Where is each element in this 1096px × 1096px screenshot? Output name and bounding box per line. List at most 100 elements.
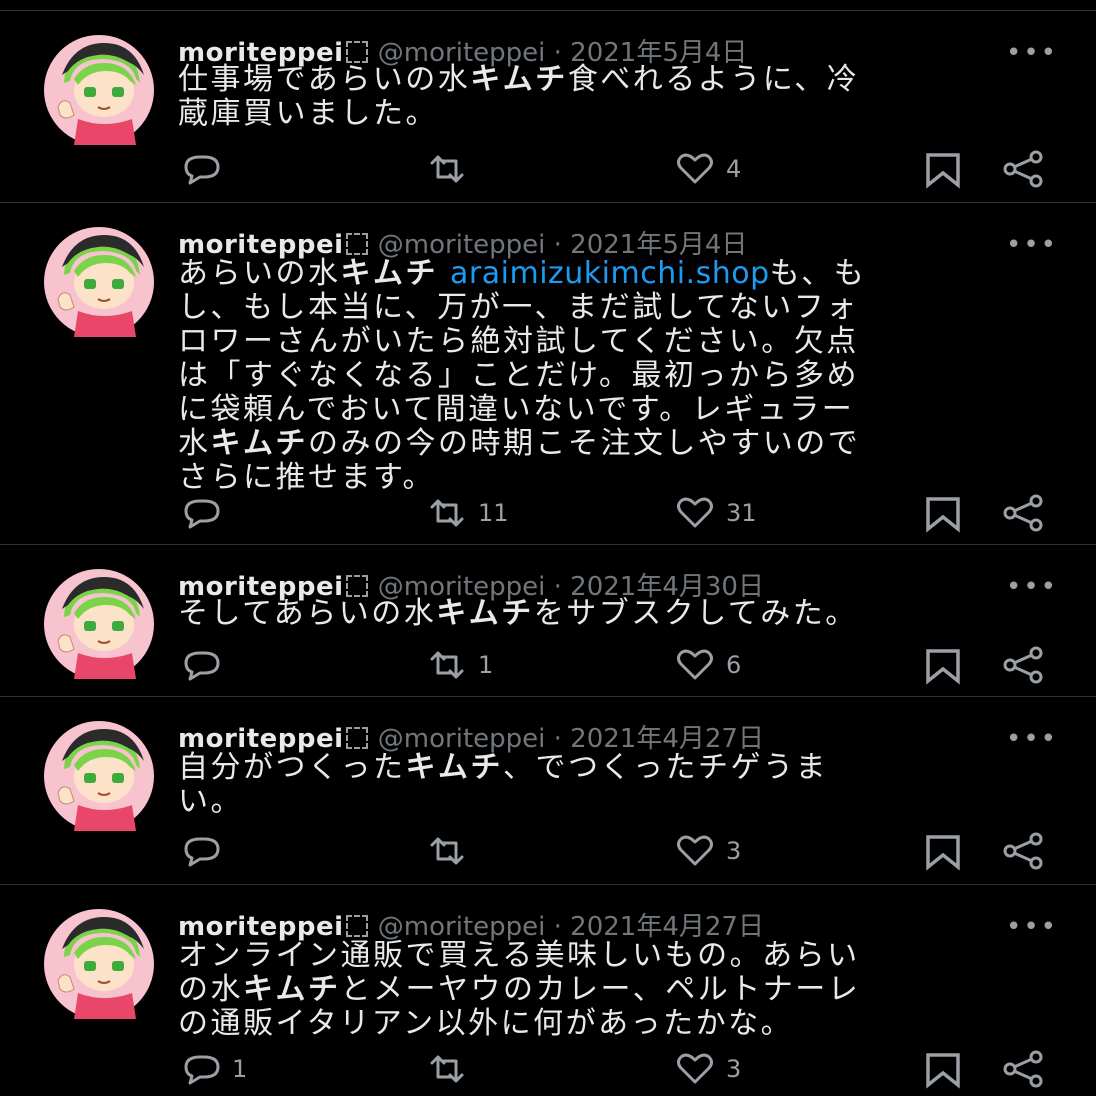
badge-icon bbox=[345, 915, 368, 937]
like-count: 3 bbox=[726, 1055, 742, 1083]
highlighted-keyword: キムチ bbox=[210, 426, 308, 461]
share-nodes-icon bbox=[1003, 1050, 1043, 1088]
badge-icon bbox=[345, 233, 368, 255]
bookmark-icon bbox=[926, 497, 960, 533]
tweet-text-segment: そしてあらいの水 bbox=[178, 596, 437, 631]
share-nodes-icon bbox=[1003, 150, 1043, 188]
badge-icon bbox=[345, 41, 368, 63]
tweet-text: あらいの水キムチ araimizukimchi.shopも、も し、もし本当に、… bbox=[178, 257, 1028, 495]
retweet-arrows-icon bbox=[430, 155, 464, 183]
tweet[interactable]: moriteppei @moriteppei · 2021年4月27日 ••• … bbox=[0, 884, 1096, 1096]
reply-count: 1 bbox=[232, 1055, 248, 1083]
reply-button[interactable] bbox=[178, 493, 232, 533]
action-bar: 4 bbox=[178, 149, 1048, 189]
tweet-text-segment: あらいの水 bbox=[178, 256, 341, 291]
avatar[interactable] bbox=[44, 909, 154, 1019]
action-bar: 1 6 bbox=[178, 645, 1048, 685]
tweet[interactable]: moriteppei @moriteppei · 2021年4月30日 ••• … bbox=[0, 544, 1096, 696]
tweet-feed: moriteppei @moriteppei · 2021年5月4日 ••• 仕… bbox=[0, 0, 1096, 1096]
share-button[interactable] bbox=[1000, 831, 1046, 871]
highlighted-keyword: キムチ bbox=[243, 972, 341, 1007]
share-button[interactable] bbox=[1000, 645, 1046, 685]
heart-icon bbox=[677, 649, 713, 680]
highlighted-keyword: キムチ bbox=[405, 750, 503, 785]
tweet-text: 自分がつくったキムチ、でつくったチゲうま い。 bbox=[178, 751, 1028, 819]
reply-button[interactable]: 1 bbox=[178, 1049, 247, 1089]
reply-button[interactable] bbox=[178, 645, 232, 685]
heart-icon bbox=[677, 1053, 713, 1084]
action-bar: 3 bbox=[178, 831, 1048, 871]
like-button[interactable]: 31 bbox=[672, 493, 757, 533]
bookmark-button[interactable] bbox=[920, 1049, 966, 1089]
bookmark-button[interactable] bbox=[920, 645, 966, 685]
like-count: 4 bbox=[726, 155, 742, 183]
tweet-text: そしてあらいの水キムチをサブスクしてみた。 bbox=[178, 597, 1028, 631]
bookmark-icon bbox=[926, 835, 960, 871]
share-button[interactable] bbox=[1000, 493, 1046, 533]
heart-icon bbox=[677, 497, 713, 528]
tweet-text-segment: 仕事場であらいの水 bbox=[178, 62, 471, 97]
avatar[interactable] bbox=[44, 721, 154, 831]
bookmark-button[interactable] bbox=[920, 493, 966, 533]
retweet-count: 11 bbox=[478, 499, 509, 527]
tweet[interactable]: moriteppei @moriteppei · 2021年5月4日 ••• あ… bbox=[0, 202, 1096, 544]
like-button[interactable]: 4 bbox=[672, 149, 741, 189]
tweet-text-segment: 自分がつくった bbox=[178, 750, 406, 785]
bookmark-icon bbox=[926, 649, 960, 685]
avatar-image bbox=[44, 35, 154, 145]
tweet-text-segment bbox=[438, 256, 450, 291]
retweet-button[interactable]: 11 bbox=[424, 493, 509, 533]
avatar[interactable] bbox=[44, 35, 154, 145]
like-count: 31 bbox=[726, 499, 757, 527]
retweet-button[interactable] bbox=[424, 149, 478, 189]
share-nodes-icon bbox=[1003, 832, 1043, 870]
tweet[interactable]: moriteppei @moriteppei · 2021年4月27日 ••• … bbox=[0, 696, 1096, 884]
share-button[interactable] bbox=[1000, 149, 1046, 189]
like-count: 6 bbox=[726, 651, 742, 679]
retweet-button[interactable] bbox=[424, 831, 478, 871]
like-button[interactable]: 6 bbox=[672, 645, 741, 685]
highlighted-keyword: キムチ bbox=[470, 62, 568, 97]
share-nodes-icon bbox=[1003, 646, 1043, 684]
retweet-arrows-icon bbox=[430, 1055, 464, 1083]
bookmark-icon bbox=[926, 1053, 960, 1089]
tweet-text: オンライン通販で買える美味しいもの。あらい の水キムチとメーヤウのカレー、ペルト… bbox=[178, 939, 1028, 1041]
reply-button[interactable] bbox=[178, 831, 232, 871]
avatar[interactable] bbox=[44, 569, 154, 679]
bookmark-button[interactable] bbox=[920, 831, 966, 871]
avatar-image bbox=[44, 721, 154, 831]
bookmark-icon bbox=[926, 153, 960, 189]
tweet-link[interactable]: araimizukimchi.shop bbox=[450, 256, 770, 291]
retweet-button[interactable]: 1 bbox=[424, 645, 493, 685]
action-bar: 11 31 bbox=[178, 493, 1048, 533]
speech-bubble-icon bbox=[184, 651, 220, 681]
speech-bubble-icon bbox=[184, 499, 220, 529]
tweet-text-segment: をサブスクしてみた。 bbox=[533, 596, 858, 631]
like-button[interactable]: 3 bbox=[672, 1049, 741, 1089]
retweet-arrows-icon bbox=[430, 837, 464, 865]
retweet-arrows-icon bbox=[430, 651, 464, 679]
speech-bubble-icon bbox=[184, 837, 220, 867]
retweet-button[interactable] bbox=[424, 1049, 478, 1089]
avatar-image bbox=[44, 569, 154, 679]
speech-bubble-icon bbox=[184, 155, 220, 185]
like-button[interactable]: 3 bbox=[672, 831, 741, 871]
retweet-arrows-icon bbox=[430, 499, 464, 527]
action-bar: 1 3 bbox=[178, 1049, 1048, 1089]
heart-icon bbox=[677, 153, 713, 184]
avatar-image bbox=[44, 909, 154, 1019]
tweet[interactable]: moriteppei @moriteppei · 2021年5月4日 ••• 仕… bbox=[0, 10, 1096, 202]
avatar-image bbox=[44, 227, 154, 337]
tweet-text: 仕事場であらいの水キムチ食べれるように、冷 蔵庫買いました。 bbox=[178, 63, 1028, 131]
highlighted-keyword: キムチ bbox=[340, 256, 438, 291]
speech-bubble-icon bbox=[184, 1055, 220, 1085]
avatar[interactable] bbox=[44, 227, 154, 337]
badge-icon bbox=[345, 727, 368, 749]
share-nodes-icon bbox=[1003, 494, 1043, 532]
badge-icon bbox=[345, 575, 368, 597]
share-button[interactable] bbox=[1000, 1049, 1046, 1089]
bookmark-button[interactable] bbox=[920, 149, 966, 189]
reply-button[interactable] bbox=[178, 149, 232, 189]
like-count: 3 bbox=[726, 837, 742, 865]
retweet-count: 1 bbox=[478, 651, 494, 679]
